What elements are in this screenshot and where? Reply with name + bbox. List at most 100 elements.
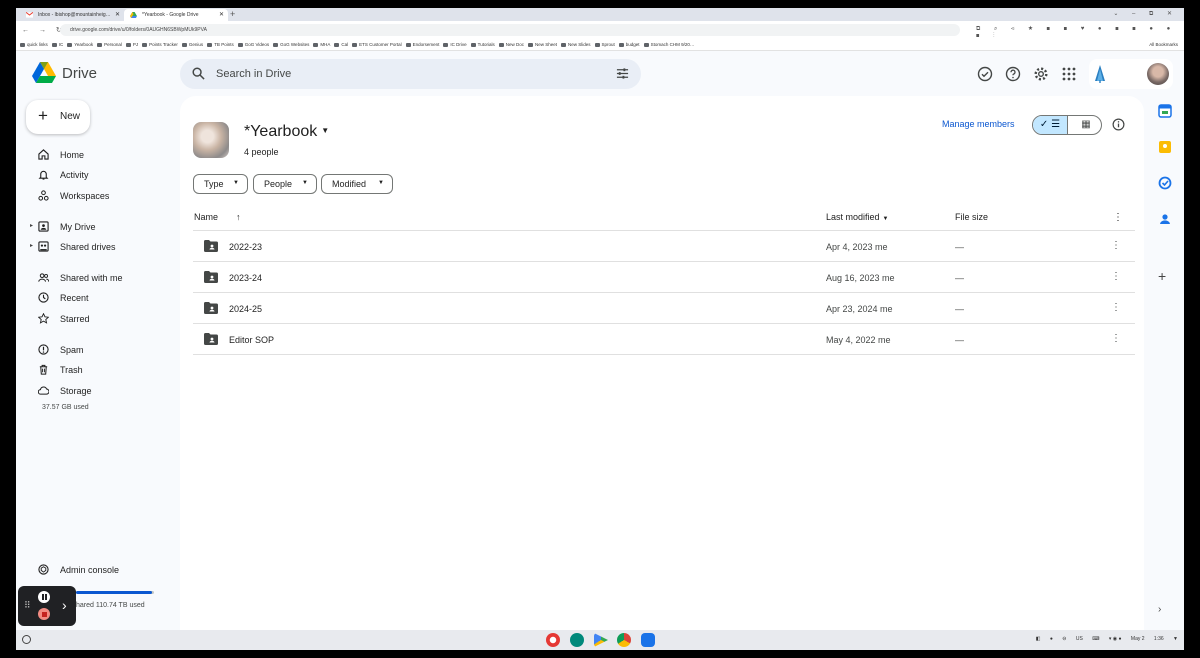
bookmark-item[interactable]: PJ: [126, 39, 138, 47]
bookmark-item[interactable]: IC Drive: [443, 39, 466, 47]
list-view-button[interactable]: ✓ ☰: [1033, 116, 1068, 134]
help-icon[interactable]: [1005, 66, 1021, 82]
bookmark-item[interactable]: Sprout: [595, 39, 615, 47]
info-icon[interactable]: [1112, 118, 1125, 131]
table-row[interactable]: 2024-25 Apr 23, 2024 me — ⋮: [193, 293, 1135, 324]
keyboard-icon[interactable]: ⌨: [1092, 636, 1099, 642]
time-text[interactable]: 1:36: [1154, 636, 1164, 642]
pause-recording-icon[interactable]: [38, 591, 50, 603]
bookmark-item[interactable]: New Doc: [499, 39, 524, 47]
sidebar-item-starred[interactable]: Starred: [30, 311, 180, 327]
search-icon[interactable]: [192, 67, 205, 80]
files-icon[interactable]: [641, 633, 655, 647]
sidebar-item-trash[interactable]: Trash: [30, 362, 180, 378]
meet-icon[interactable]: [570, 633, 584, 647]
wifi-icon[interactable]: ▼: [1173, 636, 1178, 642]
close-icon[interactable]: ✕: [219, 11, 224, 18]
bookmark-item[interactable]: New Sheet: [528, 39, 557, 47]
bookmark-item[interactable]: quick links: [20, 39, 48, 47]
file-name[interactable]: Editor SOP: [229, 335, 274, 345]
bookmark-item[interactable]: New Slides: [561, 39, 591, 47]
tab-yearbook[interactable]: *Yearbook - Google Drive ✕: [124, 9, 228, 21]
bookmark-item[interactable]: Genius: [182, 39, 203, 47]
sidebar-item-my-drive[interactable]: ▸ My Drive: [30, 219, 180, 235]
calendar-icon[interactable]: [1158, 104, 1172, 118]
omnibox[interactable]: drive.google.com/drive/u/0/folders/0AUGH…: [60, 24, 960, 36]
do-not-disturb-icon[interactable]: ⊖: [1062, 636, 1066, 642]
expand-arrow-icon[interactable]: ▸: [30, 222, 33, 229]
all-bookmarks[interactable]: All Bookmarks: [1149, 42, 1178, 47]
search-bar[interactable]: Search in Drive: [180, 59, 641, 89]
search-options-icon[interactable]: [616, 67, 629, 80]
table-row[interactable]: 2022-23 Apr 4, 2023 me — ⋮: [193, 231, 1135, 262]
sidebar-item-spam[interactable]: Spam: [30, 342, 180, 358]
play-store-icon[interactable]: [594, 633, 608, 647]
keep-icon[interactable]: [1158, 140, 1172, 154]
caret-down-icon[interactable]: ▼: [321, 126, 329, 135]
sidebar-item-admin-console[interactable]: Admin console: [30, 562, 180, 578]
more-actions-icon[interactable]: ⋮: [1111, 240, 1121, 251]
sidebar-item-activity[interactable]: Activity: [30, 167, 180, 183]
bookmark-item[interactable]: ETS Customer Portal: [352, 39, 402, 47]
sidebar-item-workspaces[interactable]: Workspaces: [30, 188, 180, 204]
chrome-icon[interactable]: [617, 633, 631, 647]
stop-recording-icon[interactable]: [38, 608, 50, 620]
search-input[interactable]: Search in Drive: [216, 68, 291, 80]
expand-arrow-icon[interactable]: ▸: [30, 242, 33, 249]
folder-title[interactable]: *Yearbook ▼: [244, 123, 329, 141]
system-tray[interactable]: ◧ ● ⊖ US ⌨ ▾ ◉ ● May 2 1:36 ▼: [1028, 636, 1178, 642]
drag-handle-icon[interactable]: ⠿: [24, 600, 31, 611]
contacts-icon[interactable]: [1158, 212, 1172, 226]
screen-recorder-widget[interactable]: ⠿ ›: [18, 586, 76, 626]
chevron-right-icon[interactable]: ›: [62, 597, 67, 613]
new-button[interactable]: + New: [26, 100, 90, 134]
tab-inbox[interactable]: Inbox - lbishop@mountainheig… ✕: [20, 9, 124, 21]
date-text[interactable]: May 2: [1131, 636, 1145, 642]
bookmark-item[interactable]: IC: [52, 39, 64, 47]
sidebar-item-recent[interactable]: Recent: [30, 290, 180, 306]
avatar[interactable]: [1147, 63, 1169, 85]
file-name[interactable]: 2024-25: [229, 304, 262, 314]
bookmark-item[interactable]: GoG Videos: [238, 39, 269, 47]
side-panel-toggle-icon[interactable]: ›: [1158, 604, 1172, 618]
locale-text[interactable]: US: [1076, 636, 1083, 642]
status-icons[interactable]: ▾ ◉ ●: [1109, 636, 1122, 642]
app-shelf-icon-1[interactable]: [546, 633, 560, 647]
bookmark-item[interactable]: MHA: [313, 39, 330, 47]
bookmark-item[interactable]: Stomach CHM 9/20…: [644, 39, 695, 47]
more-options-icon[interactable]: ⋮: [1113, 212, 1123, 223]
window-controls[interactable]: ⌄ – ⧉ ✕: [1113, 10, 1178, 18]
new-tab-icon[interactable]: +: [230, 9, 235, 19]
mic-icon[interactable]: ●: [1050, 636, 1053, 642]
more-actions-icon[interactable]: ⋮: [1111, 302, 1121, 313]
more-actions-icon[interactable]: ⋮: [1111, 271, 1121, 282]
add-addon-icon[interactable]: +: [1158, 268, 1172, 284]
offline-ready-icon[interactable]: [977, 66, 993, 82]
drive-logo-icon[interactable]: [32, 62, 56, 84]
file-name[interactable]: 2022-23: [229, 242, 262, 252]
bookmark-item[interactable]: Points Tracker: [142, 39, 178, 47]
filter-chip-people[interactable]: People ▼: [253, 174, 317, 194]
column-header-name[interactable]: Name ↑: [194, 212, 241, 222]
filter-chip-modified[interactable]: Modified ▼: [321, 174, 393, 194]
bookmark-item[interactable]: Tutorials: [471, 39, 495, 47]
table-row[interactable]: 2023-24 Aug 16, 2023 me — ⋮: [193, 262, 1135, 293]
sort-up-arrow-icon[interactable]: ↑: [236, 212, 241, 222]
close-icon[interactable]: ✕: [115, 11, 120, 18]
sidebar-item-shared-drives[interactable]: ▸ Shared drives: [30, 239, 180, 255]
manage-members-button[interactable]: Manage members: [942, 119, 1015, 129]
sidebar-item-home[interactable]: Home: [30, 147, 180, 163]
launcher-icon[interactable]: [22, 635, 31, 644]
filter-chip-type[interactable]: Type ▼: [193, 174, 248, 194]
more-actions-icon[interactable]: ⋮: [1111, 333, 1121, 344]
bookmark-item[interactable]: Personal: [97, 39, 122, 47]
settings-gear-icon[interactable]: [1033, 66, 1049, 82]
grid-view-button[interactable]: ▦: [1069, 116, 1101, 134]
bookmark-item[interactable]: Cal: [334, 39, 348, 47]
bookmark-item[interactable]: TB Points: [207, 39, 234, 47]
bookmark-item[interactable]: budget: [619, 39, 640, 47]
extension-icons[interactable]: ⧉ ⌕ ⋖ ★ ◼ ◼ ♥ ● ◼ ◼ ● ● ◼ ⋮: [976, 26, 1184, 40]
bookmark-item[interactable]: GoG Websites: [273, 39, 309, 47]
apps-grid-icon[interactable]: [1061, 66, 1077, 82]
column-header-file-size[interactable]: File size: [955, 212, 988, 222]
